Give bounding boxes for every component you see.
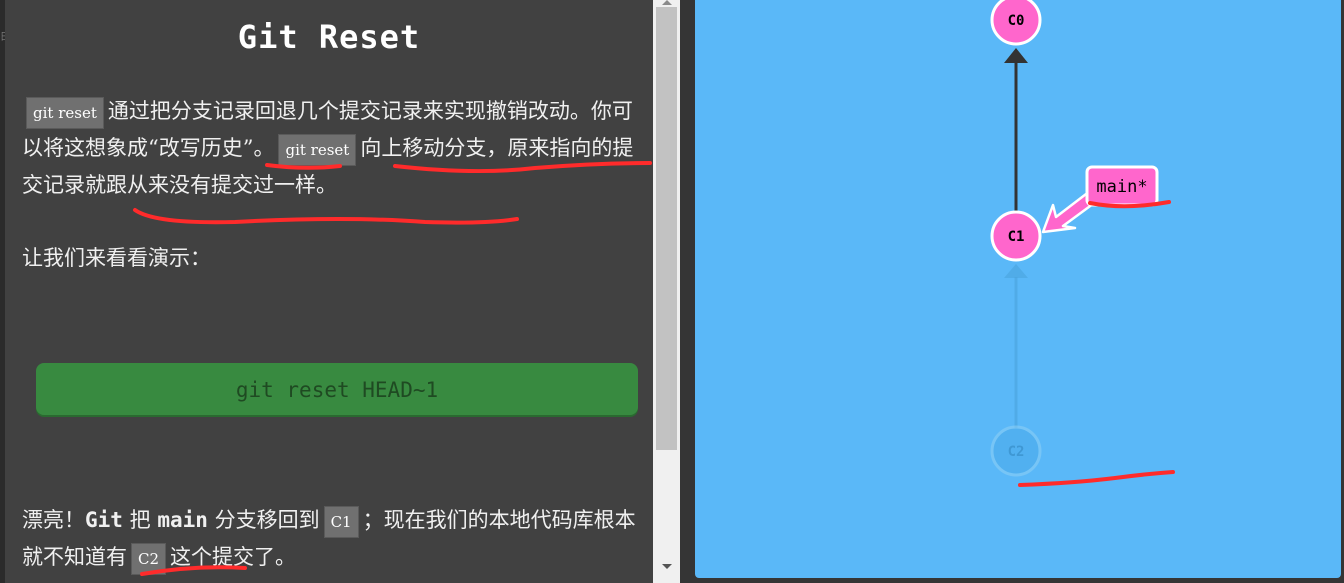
run-command-button[interactable]: git reset HEAD~1 xyxy=(36,363,638,415)
commit-label-c1: C1 xyxy=(1008,229,1025,245)
lesson-scrollbar[interactable] xyxy=(653,0,680,583)
git-graph-svg: C0 C1 C2 main* xyxy=(990,0,1175,487)
lesson-title: Git Reset xyxy=(237,18,421,56)
code-chip-git-reset: git reset xyxy=(278,133,357,166)
commit-node-c2[interactable]: C2 xyxy=(990,425,1042,477)
commit-label-c0: C0 xyxy=(1008,13,1025,29)
git-graph-canvas: C0 C1 C2 main* xyxy=(695,0,1341,578)
annotation-layer xyxy=(133,161,652,576)
result-text-5: 这个提交了。 xyxy=(170,545,297,569)
result-text-1: 漂亮！ xyxy=(22,508,85,532)
lesson-paragraph-result: 漂亮！Git 把 main 分支移回到 C1 ；现在我们的本地代码库根本就不知道有 C… xyxy=(22,502,644,576)
code-chip-c1: C1 xyxy=(323,505,359,538)
scroll-down-arrow-icon[interactable] xyxy=(662,564,672,569)
result-text-2: 把 xyxy=(129,508,151,532)
code-chip-c2: C2 xyxy=(131,542,167,575)
result-text-3: 分支移回到 xyxy=(214,508,320,532)
commit-node-c1[interactable]: C1 xyxy=(990,210,1042,262)
annotation-underline-c2 xyxy=(1018,470,1175,487)
branch-label-main: main* xyxy=(1096,177,1147,197)
scroll-thumb[interactable] xyxy=(656,7,677,450)
result-bold-git: Git xyxy=(85,508,123,532)
commit-label-c2: C2 xyxy=(1008,444,1025,460)
edge-arrowhead-c1-faded-icon xyxy=(1004,264,1028,278)
underline-original-commit xyxy=(133,208,519,225)
commit-node-c0[interactable]: C0 xyxy=(990,0,1042,46)
edge-arrowhead-c0-icon xyxy=(1004,48,1028,63)
result-bold-main: main xyxy=(157,508,208,532)
code-chip-git-reset: git reset xyxy=(26,96,104,129)
scroll-up-arrow-icon[interactable] xyxy=(662,0,672,5)
branch-pointer-main[interactable]: main* xyxy=(1041,165,1159,234)
lesson-paragraph-demo: 让我们来看看演示： xyxy=(22,246,211,270)
lesson-panel: Git Reset git reset 通过把分支记录回退几个提交记录来实现撤销改… xyxy=(5,0,653,583)
lesson-paragraph-intro: git reset 通过把分支记录回退几个提交记录来实现撤销改动。你可以将这想象成… xyxy=(22,93,644,204)
